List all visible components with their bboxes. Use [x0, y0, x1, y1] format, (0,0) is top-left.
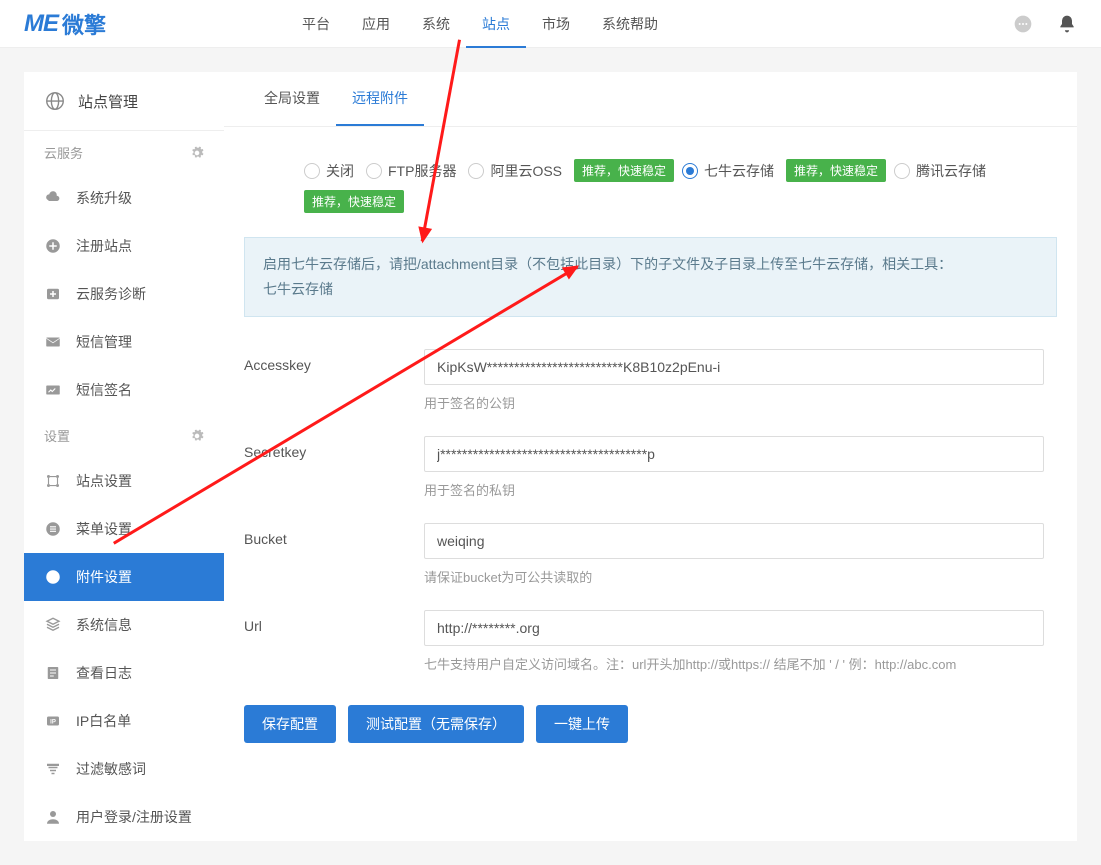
gear-icon[interactable]	[190, 429, 204, 443]
sidebar-item-side2-4[interactable]: 查看日志	[24, 649, 224, 697]
upload-button[interactable]: 一键上传	[536, 705, 628, 743]
input-accesskey[interactable]	[424, 349, 1044, 385]
sidebar-item-side2-0[interactable]: 站点设置	[24, 457, 224, 505]
ip-icon: IP	[44, 712, 62, 730]
radio-icon	[366, 163, 382, 179]
diag-icon	[44, 285, 62, 303]
help-secretkey: 用于签名的私钥	[424, 480, 1057, 499]
chat-icon[interactable]	[1013, 14, 1033, 34]
help-url: 七牛支持用户自定义访问域名。注：url开头加http://或https:// 结…	[424, 654, 1057, 673]
gear-icon[interactable]	[190, 146, 204, 160]
sidebar-item-side1-2[interactable]: 云服务诊断	[24, 270, 224, 318]
badge-recommended: 推荐，快速稳定	[786, 159, 886, 182]
topnav-4[interactable]: 市场	[526, 0, 586, 48]
logo-mark: ME	[24, 10, 58, 38]
radio-3[interactable]: 七牛云存储	[682, 161, 774, 181]
info-link[interactable]: 七牛云存储	[263, 281, 333, 297]
sidebar-item-side2-7[interactable]: 用户登录/注册设置	[24, 793, 224, 841]
info-box: 启用七牛云存储后，请把/attachment目录（不包括此目录）下的子文件及子目…	[244, 237, 1057, 317]
radio-2[interactable]: 阿里云OSS	[468, 161, 562, 181]
radio-1[interactable]: FTP服务器	[366, 161, 456, 181]
mail-icon	[44, 333, 62, 351]
badge-recommended: 推荐，快速稳定	[574, 159, 674, 182]
sidebar-item-side2-5[interactable]: IPIP白名单	[24, 697, 224, 745]
input-secretkey[interactable]	[424, 436, 1044, 472]
sidebar-item-side1-4[interactable]: 短信签名	[24, 366, 224, 414]
sidebar-item-side1-0[interactable]: 系统升级	[24, 174, 224, 222]
info-text: 启用七牛云存储后，请把/attachment目录（不包括此目录）下的子文件及子目…	[263, 256, 952, 272]
input-url[interactable]	[424, 610, 1044, 646]
bell-icon[interactable]	[1057, 14, 1077, 34]
sidebar-item-side1-1[interactable]: 注册站点	[24, 222, 224, 270]
cloud-icon	[44, 189, 62, 207]
label-secretkey: Secretkey	[244, 436, 424, 460]
label-accesskey: Accesskey	[244, 349, 424, 373]
tab-1[interactable]: 远程附件	[336, 72, 424, 126]
radio-icon	[304, 163, 320, 179]
attach-icon	[44, 568, 62, 586]
topnav-2[interactable]: 系统	[406, 0, 466, 48]
radio-4[interactable]: 腾讯云存储	[894, 161, 986, 181]
sign-icon	[44, 381, 62, 399]
badge-recommended: 推荐，快速稳定	[304, 190, 404, 213]
sidebar-section-cloud: 云服务	[24, 131, 224, 174]
label-url: Url	[244, 610, 424, 634]
sidebar-item-side2-2[interactable]: 附件设置	[24, 553, 224, 601]
radio-0[interactable]: 关闭	[304, 161, 354, 181]
globe-icon	[44, 90, 66, 112]
user-icon	[44, 808, 62, 826]
logo-text: 微擎	[62, 8, 106, 40]
input-bucket[interactable]	[424, 523, 1044, 559]
tab-0[interactable]: 全局设置	[248, 72, 336, 126]
sidebar-title: 站点管理	[78, 91, 138, 112]
radio-icon	[682, 163, 698, 179]
log-icon	[44, 664, 62, 682]
sys-icon	[44, 616, 62, 634]
site-icon	[44, 472, 62, 490]
topnav-5[interactable]: 系统帮助	[586, 0, 674, 48]
help-bucket: 请保证bucket为可公共读取的	[424, 567, 1057, 586]
plus-icon	[44, 237, 62, 255]
topnav-0[interactable]: 平台	[286, 0, 346, 48]
radio-icon	[468, 163, 484, 179]
svg-text:IP: IP	[50, 719, 56, 725]
label-bucket: Bucket	[244, 523, 424, 547]
help-accesskey: 用于签名的公钥	[424, 393, 1057, 412]
topnav-3[interactable]: 站点	[466, 0, 526, 48]
sidebar-item-side2-3[interactable]: 系统信息	[24, 601, 224, 649]
sidebar-item-side2-1[interactable]: 菜单设置	[24, 505, 224, 553]
topnav-1[interactable]: 应用	[346, 0, 406, 48]
menu-icon	[44, 520, 62, 538]
sidebar-item-side2-6[interactable]: 过滤敏感词	[24, 745, 224, 793]
save-button[interactable]: 保存配置	[244, 705, 336, 743]
sidebar-item-side1-3[interactable]: 短信管理	[24, 318, 224, 366]
radio-icon	[894, 163, 910, 179]
sidebar-section-settings: 设置	[24, 414, 224, 457]
logo: ME 微擎	[24, 8, 106, 40]
filter-icon	[44, 760, 62, 778]
test-button[interactable]: 测试配置（无需保存）	[348, 705, 524, 743]
